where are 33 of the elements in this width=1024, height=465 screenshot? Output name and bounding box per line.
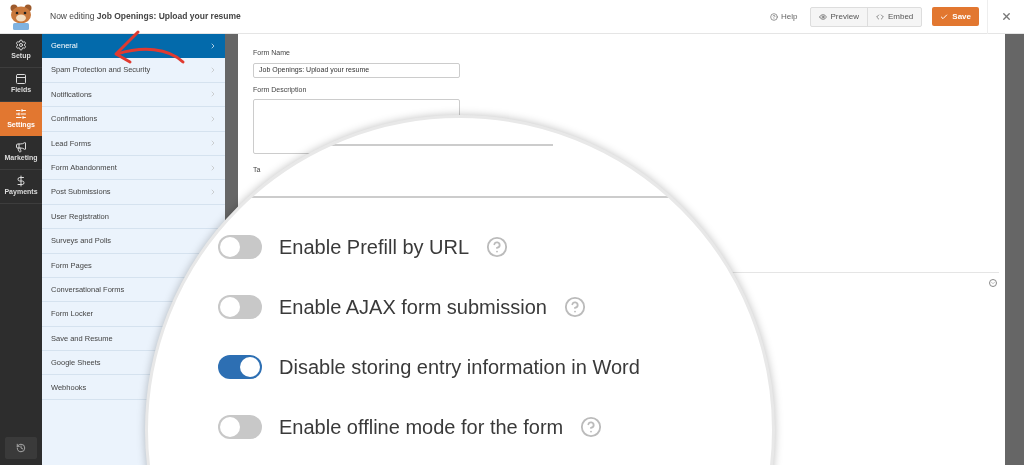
check-icon xyxy=(940,12,949,21)
sliders-icon xyxy=(15,107,27,120)
help-icon[interactable] xyxy=(486,236,509,258)
code-icon xyxy=(875,12,884,21)
toggle-switch[interactable] xyxy=(218,415,262,439)
help-icon[interactable] xyxy=(580,416,603,438)
history-icon[interactable] xyxy=(16,443,26,453)
help-icon[interactable] xyxy=(563,296,586,318)
chevron-right-icon xyxy=(209,41,217,50)
toggle-switch[interactable] xyxy=(218,355,262,379)
panel-icon xyxy=(15,73,27,86)
close-icon[interactable] xyxy=(1000,11,1012,22)
help-button[interactable]: Help xyxy=(770,10,798,23)
embed-button[interactable]: Embed xyxy=(867,7,922,26)
megaphone-icon xyxy=(15,141,27,154)
chevron-right-icon xyxy=(209,114,217,123)
help-icon xyxy=(770,12,779,21)
toggle-switch[interactable] xyxy=(218,235,262,259)
chevron-right-icon xyxy=(209,90,217,99)
toggle-label: Enable AJAX form submission xyxy=(279,295,547,320)
dollar-icon xyxy=(15,175,27,188)
gear-icon xyxy=(15,39,27,52)
toggle-label: Disable storing entry information in Word xyxy=(279,355,640,380)
toggle-label: Enable offline mode for the form xyxy=(279,415,564,440)
toggle-label: Enable Prefill by URL xyxy=(279,235,470,260)
chevron-right-icon xyxy=(209,139,217,148)
chevron-right-icon xyxy=(209,163,217,172)
eye-icon xyxy=(818,12,827,21)
preview-button[interactable]: Preview xyxy=(810,7,868,26)
editing-title: Now editing Job Openings: Upload your resume xyxy=(50,10,241,23)
toggle-switch[interactable] xyxy=(218,295,262,319)
chevron-right-icon xyxy=(209,66,217,75)
chevron-right-icon xyxy=(209,188,217,197)
